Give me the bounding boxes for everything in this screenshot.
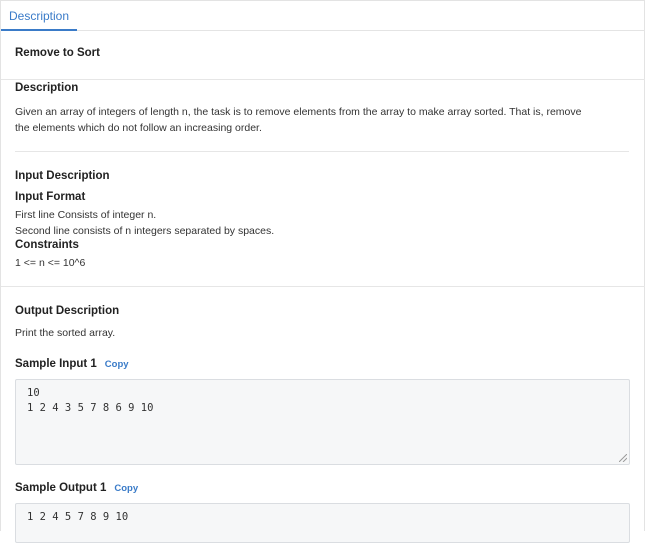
input-format-line: Second line consists of n integers separ…	[15, 225, 275, 237]
copy-sample-input-button[interactable]: Copy	[105, 359, 129, 370]
sample-output-line: 1 2 4 5 7 8 9 10	[27, 511, 129, 523]
output-description-text: Print the sorted array.	[15, 327, 116, 339]
sample-input-label: Sample Input 1 Copy	[15, 358, 129, 370]
input-format-text: First line Consists of integer n. Second…	[15, 207, 274, 239]
divider	[15, 151, 629, 152]
tab-description[interactable]: Description	[1, 3, 77, 31]
sample-output-box[interactable]: 1 2 4 5 7 8 9 10	[15, 503, 630, 543]
sample-input-line: 10	[27, 387, 40, 399]
divider	[1, 286, 645, 287]
description-line: Given an array of integers of length n, …	[15, 106, 582, 118]
problem-title: Remove to Sort	[15, 47, 100, 59]
constraints-text: 1 <= n <= 10^6	[15, 255, 85, 271]
sample-input-line: 1 2 4 3 5 7 8 6 9 10	[27, 402, 154, 414]
sample-input-box[interactable]: 10 1 2 4 3 5 7 8 6 9 10	[15, 379, 630, 465]
description-heading: Description	[15, 82, 79, 94]
description-text: Given an array of integers of length n, …	[15, 104, 581, 136]
sample-input-title: Sample Input 1	[15, 358, 97, 370]
tab-bar: Description	[0, 3, 645, 31]
input-format-line: First line Consists of integer n.	[15, 209, 157, 221]
sample-output-label: Sample Output 1 Copy	[15, 482, 138, 494]
copy-sample-output-button[interactable]: Copy	[114, 483, 138, 494]
sample-output-title: Sample Output 1	[15, 482, 107, 494]
constraints-line: 1 <= n <= 10^6	[15, 257, 86, 269]
description-line: the elements which do not follow an incr…	[15, 122, 262, 134]
divider	[1, 79, 645, 80]
output-description-heading: Output Description	[15, 305, 120, 317]
resize-grip-icon[interactable]	[619, 454, 627, 462]
input-format-heading: Input Format	[15, 191, 86, 203]
input-description-heading: Input Description	[15, 170, 110, 182]
constraints-heading: Constraints	[15, 239, 79, 251]
